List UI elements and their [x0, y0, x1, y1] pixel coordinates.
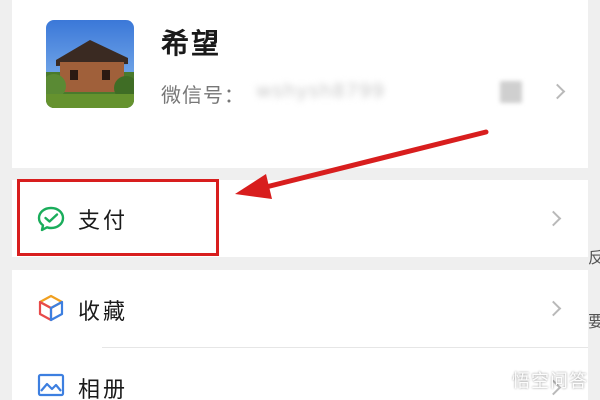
favorites-cube-icon	[38, 294, 64, 322]
avatar[interactable]	[46, 20, 134, 108]
menu-item-label: 收藏	[78, 300, 129, 325]
chevron-right-icon	[549, 83, 566, 100]
profile-name: 希望	[161, 27, 222, 60]
annotation-highlight-box	[17, 179, 219, 256]
chevron-right-icon	[545, 300, 562, 317]
menu-item-favorites[interactable]: 收藏	[12, 270, 588, 348]
cutoff-edge-text: 反	[588, 248, 600, 267]
menu-item-label: 相册	[78, 378, 129, 400]
qr-code-icon[interactable]	[500, 81, 522, 103]
cutoff-edge-text: 要	[588, 312, 600, 331]
album-icon	[37, 373, 65, 397]
profile-card[interactable]: 希望 微信号： wshysh8799	[12, 0, 588, 168]
wechat-id-label: 微信号：	[161, 83, 245, 107]
watermark: 悟空问答	[480, 366, 588, 394]
wechat-id-value: wshysh8799	[256, 80, 386, 102]
wukong-cloud-icon	[481, 373, 505, 388]
avatar-house-photo	[46, 20, 134, 108]
wechat-me-screen: 希望 微信号： wshysh8799 支付 收藏 相册 反 要 悟空问答	[0, 0, 600, 400]
chevron-right-icon	[545, 210, 562, 227]
watermark-text: 悟空问答	[512, 371, 588, 392]
